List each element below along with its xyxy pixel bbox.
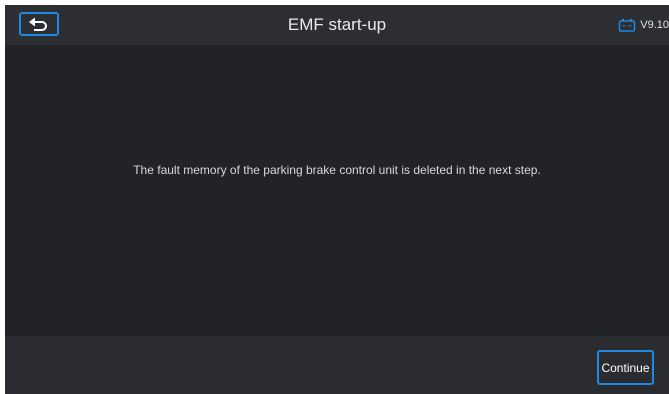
battery-icon [618, 18, 636, 33]
page-title: EMF start-up [287, 15, 387, 34]
instruction-message: The fault memory of the parking brake co… [133, 162, 541, 177]
version-label: V9.10 [640, 19, 669, 31]
version-indicator: V9.10 [618, 5, 669, 45]
header-bar: EMF start-up V9.10 [5, 5, 669, 45]
app-screen: EMF start-up V9.10 The fault memory of t… [5, 5, 669, 394]
continue-button[interactable]: Continue [597, 350, 654, 385]
content-area: The fault memory of the parking brake co… [5, 45, 669, 336]
return-arrow-icon [28, 16, 50, 32]
footer-bar: Continue [5, 336, 669, 394]
back-button[interactable] [19, 12, 59, 36]
